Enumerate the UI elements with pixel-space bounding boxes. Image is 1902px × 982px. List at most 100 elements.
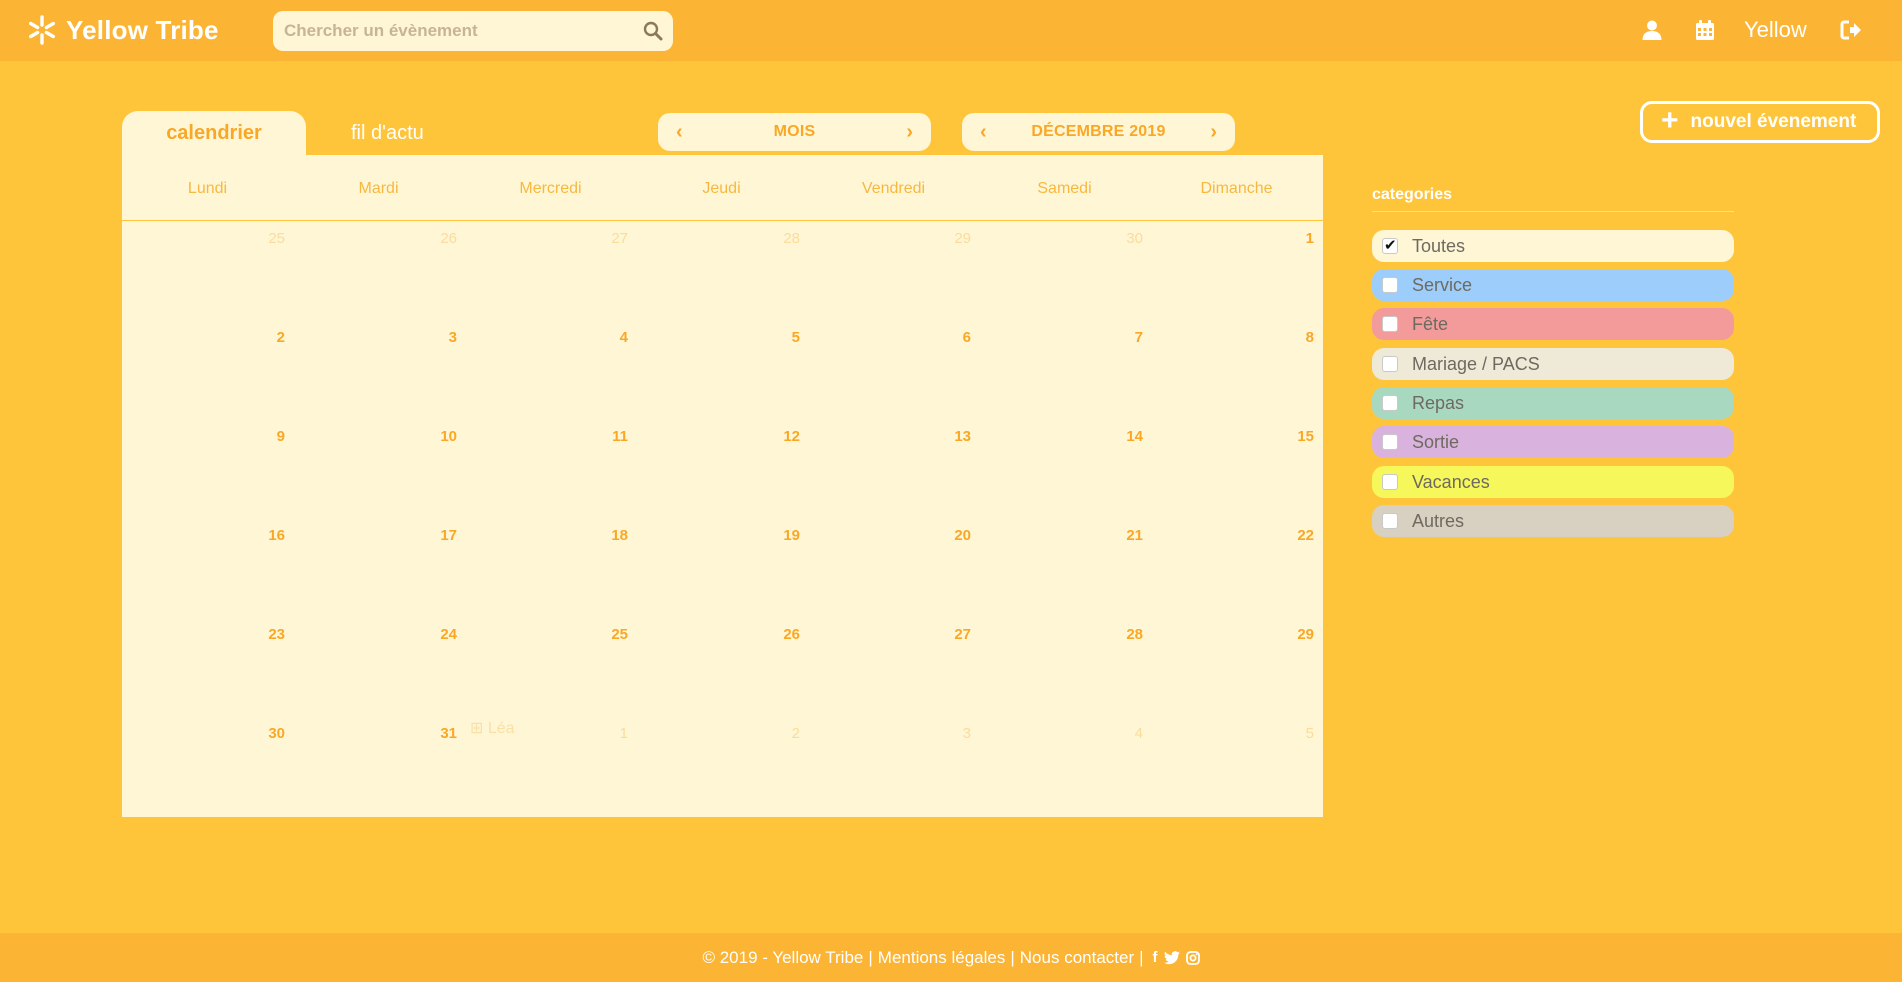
day-cell[interactable]: 27: [808, 626, 979, 725]
day-cell[interactable]: 3: [294, 329, 465, 428]
day-cell[interactable]: 29: [808, 230, 979, 329]
categories-title: categories: [1372, 186, 1453, 203]
plus-icon: +: [1661, 104, 1679, 137]
footer-contact-link[interactable]: Nous contacter: [1020, 948, 1134, 968]
search-icon[interactable]: [643, 21, 663, 41]
instagram-icon[interactable]: [1185, 950, 1200, 965]
day-cell[interactable]: 3: [808, 725, 979, 824]
day-cell[interactable]: 30: [980, 230, 1151, 329]
footer-copyright: © 2019 - Yellow Tribe: [702, 947, 864, 967]
footer-legal-link[interactable]: Mentions légales: [878, 948, 1006, 968]
category-item[interactable]: Vacances: [1372, 466, 1734, 498]
category-label: Mariage / PACS: [1412, 353, 1540, 374]
facebook-icon[interactable]: f: [1153, 949, 1158, 966]
day-cell[interactable]: 23: [122, 626, 293, 725]
day-cell[interactable]: 20: [808, 527, 979, 626]
month-prev-button[interactable]: ‹: [980, 121, 987, 144]
day-cell[interactable]: 10: [294, 428, 465, 527]
day-cell[interactable]: 5: [1151, 725, 1322, 824]
day-cell[interactable]: 31: [294, 725, 465, 824]
category-item[interactable]: Toutes: [1372, 230, 1734, 262]
category-item[interactable]: Fête: [1372, 308, 1734, 340]
view-next-button[interactable]: ›: [906, 121, 913, 144]
category-label: Sortie: [1412, 431, 1460, 452]
weekday-label: Lundi: [187, 180, 228, 197]
category-item[interactable]: Autres: [1372, 505, 1734, 537]
month-label: DÉCEMBRE 2019: [1031, 123, 1166, 140]
day-cell[interactable]: 28: [980, 626, 1151, 725]
category-item[interactable]: Mariage / PACS: [1372, 348, 1734, 380]
day-cell[interactable]: 2: [122, 329, 293, 428]
day-cell[interactable]: 29: [1151, 626, 1322, 725]
category-item[interactable]: Sortie: [1372, 426, 1734, 458]
day-cell[interactable]: 28: [637, 230, 808, 329]
category-checkbox[interactable]: [1382, 277, 1398, 293]
category-label: Service: [1412, 274, 1473, 295]
twitter-icon[interactable]: [1163, 950, 1180, 965]
top-bar: Yellow Tribe Yellow: [0, 0, 1902, 61]
category-checkbox[interactable]: [1382, 316, 1398, 332]
weekday-header: Lundi Mardi Mercredi Jeudi Vendredi Same…: [122, 155, 1323, 221]
day-cell[interactable]: 8: [1151, 329, 1322, 428]
app-name: Yellow Tribe: [66, 14, 219, 45]
category-checkbox[interactable]: [1382, 395, 1398, 411]
day-cell[interactable]: 7: [980, 329, 1151, 428]
day-cell[interactable]: 13: [808, 428, 979, 527]
day-cell[interactable]: 12: [637, 428, 808, 527]
day-cell[interactable]: 25: [465, 626, 636, 725]
day-cell[interactable]: 15: [1151, 428, 1322, 527]
calendar-event[interactable]: ⊞ Léa: [470, 718, 515, 738]
day-cell[interactable]: 26: [294, 230, 465, 329]
month-switcher: ‹ DÉCEMBRE 2019 ›: [962, 113, 1235, 151]
calendar-icon[interactable]: [1694, 19, 1716, 41]
day-cell[interactable]: 17: [294, 527, 465, 626]
day-cell[interactable]: 21: [980, 527, 1151, 626]
day-cell[interactable]: 5: [637, 329, 808, 428]
category-item[interactable]: Service: [1372, 269, 1734, 301]
category-label: Toutes: [1412, 235, 1466, 256]
new-event-button[interactable]: + nouvel évenement: [1640, 101, 1880, 143]
day-cell[interactable]: 9: [122, 428, 293, 527]
app-logo[interactable]: Yellow Tribe: [26, 14, 219, 46]
category-checkbox[interactable]: [1382, 474, 1398, 490]
day-cell[interactable]: 11: [465, 428, 636, 527]
day-cell[interactable]: 18: [465, 527, 636, 626]
day-cell[interactable]: 19: [637, 527, 808, 626]
weekday-label: Mardi: [358, 180, 399, 197]
day-cell[interactable]: 27: [465, 230, 636, 329]
day-cell[interactable]: 26: [637, 626, 808, 725]
day-cell[interactable]: 25: [122, 230, 293, 329]
day-cell[interactable]: 1: [1151, 230, 1322, 329]
day-cell[interactable]: 24: [294, 626, 465, 725]
logout-icon[interactable]: [1840, 19, 1862, 41]
view-prev-button[interactable]: ‹: [676, 121, 683, 144]
view-label: MOIS: [773, 123, 816, 140]
category-label: Autres: [1412, 510, 1465, 531]
day-cell[interactable]: 16: [122, 527, 293, 626]
day-cell[interactable]: 14: [980, 428, 1151, 527]
category-label: Vacances: [1412, 471, 1490, 492]
user-name-link[interactable]: Yellow: [1744, 17, 1807, 43]
weekday-label: Samedi: [1037, 180, 1092, 197]
cake-icon: ⊞: [470, 720, 484, 737]
day-cell[interactable]: 22: [1151, 527, 1322, 626]
day-cell[interactable]: 2: [637, 725, 808, 824]
day-cell[interactable]: 4: [980, 725, 1151, 824]
day-cell[interactable]: 1: [465, 725, 636, 824]
category-checkbox[interactable]: [1382, 356, 1398, 372]
day-cell[interactable]: 30: [122, 725, 293, 824]
search-input[interactable]: [273, 11, 673, 51]
category-checkbox[interactable]: [1382, 513, 1398, 529]
tab-calendar[interactable]: calendrier: [122, 111, 306, 156]
month-next-button[interactable]: ›: [1210, 121, 1217, 144]
category-label: Repas: [1412, 392, 1465, 413]
weekday-label: Vendredi: [861, 180, 926, 197]
category-item[interactable]: Repas: [1372, 387, 1734, 419]
day-cell[interactable]: 6: [808, 329, 979, 428]
category-checkbox[interactable]: [1382, 236, 1398, 254]
day-cell[interactable]: 4: [465, 329, 636, 428]
category-checkbox[interactable]: [1382, 434, 1398, 450]
user-icon[interactable]: [1641, 19, 1663, 41]
new-event-label: nouvel évenement: [1690, 111, 1857, 132]
tab-news-feed[interactable]: fil d'actu: [351, 122, 424, 145]
